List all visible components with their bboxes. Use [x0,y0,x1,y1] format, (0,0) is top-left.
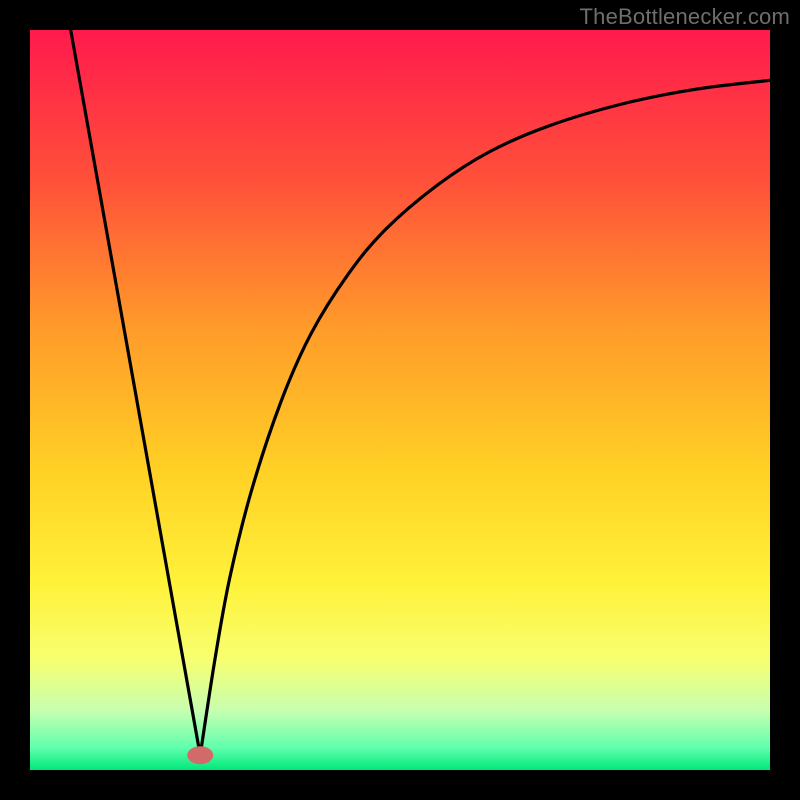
plot-area [30,30,770,770]
minimum-marker [187,746,213,764]
bottleneck-chart [0,0,800,800]
attribution-label: TheBottlenecker.com [580,4,790,30]
